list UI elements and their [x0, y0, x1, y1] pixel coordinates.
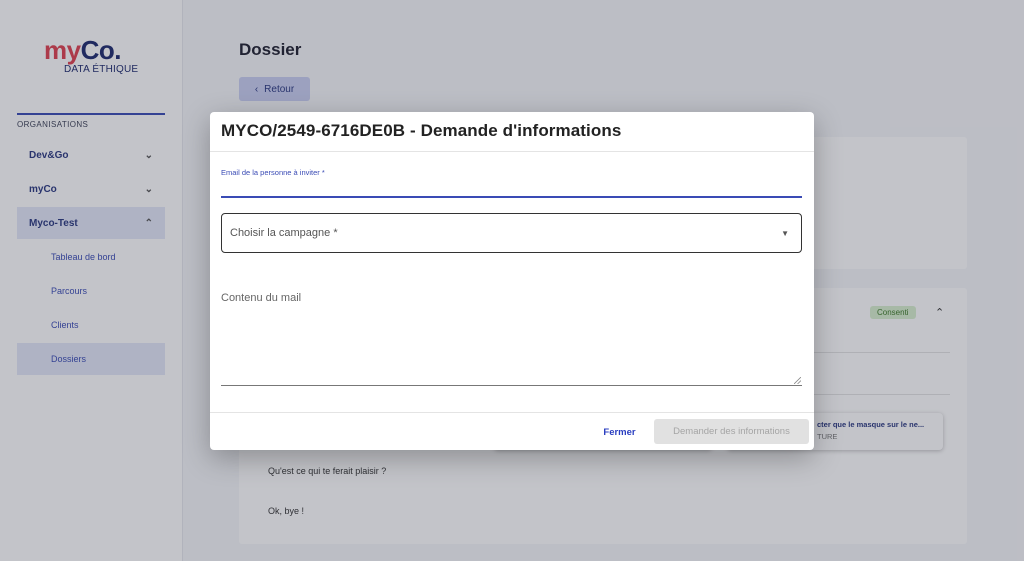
campaign-select[interactable]: Choisir la campagne * ▼	[221, 213, 802, 253]
dialog-title: MYCO/2549-6716DE0B - Demande d'informati…	[221, 121, 622, 140]
request-info-dialog: MYCO/2549-6716DE0B - Demande d'informati…	[210, 112, 814, 450]
campaign-select-placeholder: Choisir la campagne *	[230, 227, 338, 239]
request-info-button[interactable]: Demander des informations	[654, 419, 809, 444]
mail-content-textarea[interactable]: Contenu du mail	[221, 282, 802, 386]
divider	[210, 151, 814, 152]
divider	[210, 412, 814, 413]
close-button[interactable]: Fermer	[597, 421, 642, 444]
email-field[interactable]	[221, 180, 802, 198]
mail-content-placeholder: Contenu du mail	[221, 292, 302, 304]
resize-handle-icon[interactable]	[794, 377, 801, 384]
caret-down-icon: ▼	[781, 228, 789, 238]
email-field-label: Email de la personne à inviter *	[221, 168, 325, 177]
